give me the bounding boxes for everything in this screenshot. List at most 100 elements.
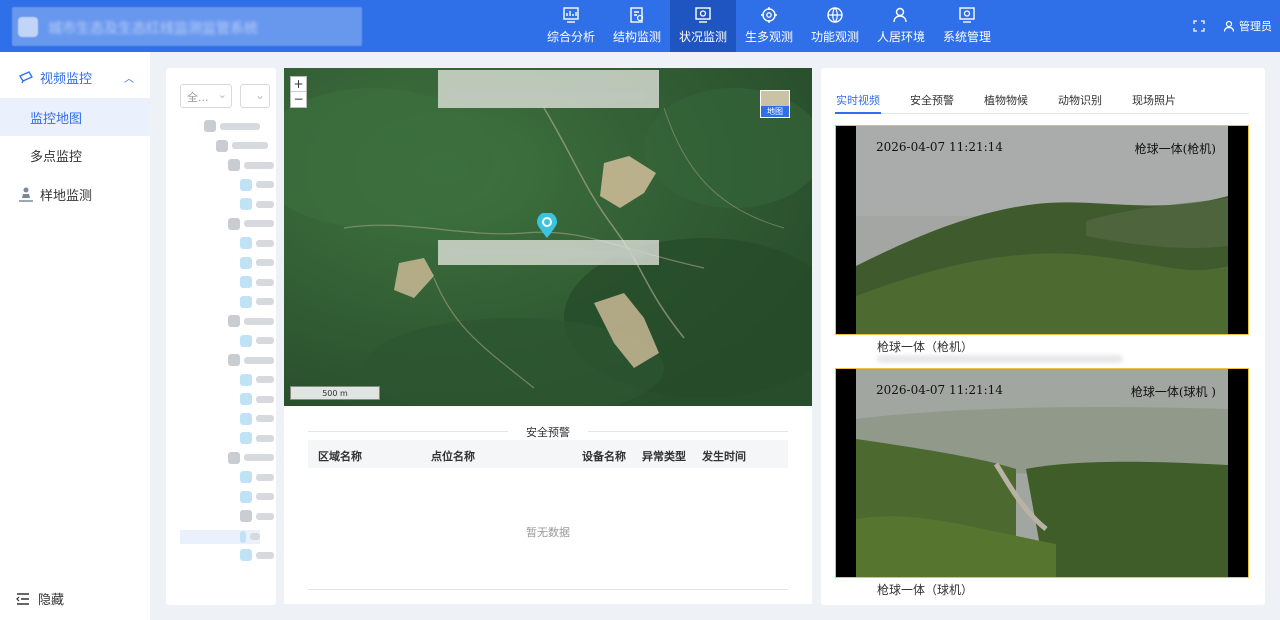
app-brand[interactable]: 城市生态及生态红线监测监管系统 [12,7,362,46]
document-icon [630,7,644,23]
zoom-in-button[interactable]: + [291,77,306,92]
nav-item-habitat[interactable]: 人居环境 [868,0,934,52]
settings-icon [959,7,975,23]
tree-node[interactable] [240,490,274,503]
tree-node[interactable] [240,334,274,347]
tree-node[interactable] [240,432,274,444]
redacted-text [244,454,274,461]
right-panel: 实时视频 安全预警 植物物候 动物识别 现场照片 2026-04-07 11:2… [821,68,1265,605]
redacted-text [256,473,274,481]
tab-site-photos[interactable]: 现场照片 [1131,92,1177,114]
tree-node-icon [228,354,240,366]
chevron-down-icon: ⌄ [217,88,227,101]
video-camera-name: 枪球一体(球机 ) [1130,385,1216,399]
menu-group-label: 视频监控 [40,71,93,87]
tree-node[interactable] [216,139,268,152]
tree-node[interactable] [240,510,274,522]
sidebar: 视频监控 ︿ 监控地图 多点监控 样地监测 隐藏 [0,52,150,620]
user-menu[interactable]: 管理员 [1223,18,1272,34]
tree-node[interactable] [240,256,274,269]
menu-group-video[interactable]: 视频监控 ︿ [0,56,150,98]
person-icon [893,7,907,23]
top-bar: 城市生态及生态红线监测监管系统 综合分析 结构监测 状况监测 生多观测 功能观测… [0,0,1280,52]
tree-node[interactable] [240,373,274,386]
redacted-text [446,249,647,257]
tree-filter-select-2[interactable]: ⌄ [240,84,270,108]
tree-node[interactable] [240,276,274,288]
sidebar-item-plot-monitor[interactable]: 样地监测 [0,174,150,214]
redacted-text [256,395,274,403]
collapse-icon [16,592,29,605]
redacted-text [256,434,274,442]
redacted-text [256,181,274,188]
tree-node-icon [228,315,240,327]
column-header: 区域名称 [318,450,362,463]
nav-item-system[interactable]: 系统管理 [934,0,1000,52]
column-header: 设备名称 [582,450,626,463]
tab-safety-alert[interactable]: 安全预警 [909,92,955,114]
tree-node[interactable] [240,471,274,483]
satellite-map[interactable]: + − 地图 500 m [284,68,812,406]
tree-node[interactable] [240,178,274,191]
tree-node-icon [240,549,252,561]
tree-node[interactable] [240,295,274,308]
nav-label: 状况监测 [678,30,727,44]
location-pin-icon[interactable] [536,212,558,242]
tree-node[interactable] [240,198,274,210]
logo-icon [18,17,38,37]
sidebar-item-monitor-map[interactable]: 监控地图 [0,98,150,136]
tree-filter-select[interactable]: 全... ⌄ [180,84,232,108]
map-panel: + − 地图 500 m 安全预警 区域名称 点位名称 设备名称 异常类型 发生… [284,68,812,604]
tree-node-icon [240,334,252,347]
tab-phenology[interactable]: 植物物候 [983,92,1029,114]
tree-node[interactable] [228,451,274,464]
redacted-text [244,220,274,227]
redacted-text [256,200,274,208]
tree-node-icon [240,510,252,522]
tree-node-icon [228,159,240,171]
fullscreen-icon[interactable] [1193,20,1205,32]
chevron-up-icon: ︿ [124,73,134,85]
tab-animal-id[interactable]: 动物识别 [1057,92,1103,114]
zoom-out-button[interactable]: − [291,92,306,107]
sidebar-item-label: 多点监控 [30,149,83,165]
tree-node[interactable] [228,217,274,230]
tree-node[interactable] [240,412,274,425]
video-feed-1[interactable]: 2026-04-07 11:21:14 枪球一体(枪机) [835,125,1249,335]
video-timestamp: 2026-04-07 11:21:14 [876,140,1003,154]
nav-item-structure[interactable]: 结构监测 [604,0,670,52]
sidebar-item-multi-monitor[interactable]: 多点监控 [0,136,150,174]
video-camera-icon [19,71,33,84]
redacted-text [256,278,274,286]
redacted-text [256,512,274,520]
tree-node[interactable] [240,393,274,405]
video-feed-2[interactable]: 2026-04-07 11:21:14 枪球一体(球机 ) [835,368,1249,578]
video-timestamp: 2026-04-07 11:21:14 [876,383,1003,397]
nav-item-status[interactable]: 状况监测 [670,0,736,52]
monitor-icon [695,7,711,23]
nav-item-overview[interactable]: 综合分析 [538,0,604,52]
tab-live-video[interactable]: 实时视频 [835,92,881,114]
hide-sidebar-button[interactable]: 隐藏 [16,589,64,608]
tree-node[interactable] [228,315,274,327]
map-type-toggle[interactable]: 地图 [760,90,790,118]
tree-node[interactable] [240,237,274,249]
column-header: 发生时间 [702,450,746,463]
tree-node-icon [240,412,252,425]
tree-node[interactable] [228,354,274,366]
redacted-text [256,337,274,344]
tree-node-icon [240,178,252,191]
column-header: 点位名称 [431,450,475,463]
nav-item-function[interactable]: 功能观测 [802,0,868,52]
user-icon [1223,20,1235,32]
app-title: 城市生态及生态红线监测监管系统 [48,21,258,37]
tree-node[interactable] [240,549,274,561]
nav-item-biodiversity[interactable]: 生多观测 [736,0,802,52]
redacted-text [446,92,647,100]
tree-node-icon [240,530,247,543]
video-caption: 枪球一体（枪机） [877,340,974,354]
column-header: 异常类型 [642,450,686,463]
tree-node[interactable] [228,159,274,171]
tree-node[interactable] [180,529,260,544]
tree-node[interactable] [204,120,260,132]
